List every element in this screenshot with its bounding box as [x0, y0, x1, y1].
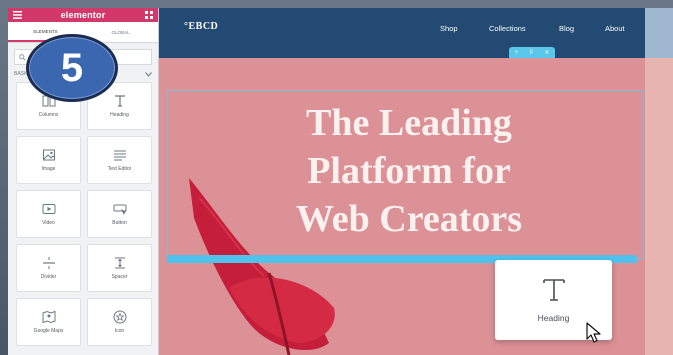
widget-label: Google Maps — [33, 328, 64, 334]
widget-text-editor[interactable]: Text Editor — [87, 136, 152, 184]
add-section-icon[interactable]: + — [515, 50, 519, 56]
widget-label: Icon — [114, 328, 125, 334]
widget-label: Video — [42, 220, 55, 226]
star-icon — [113, 310, 126, 324]
nav-link-blog[interactable]: Blog — [559, 24, 574, 33]
hamburger-icon[interactable] — [13, 11, 22, 19]
button-icon — [113, 204, 126, 215]
close-icon[interactable]: ✕ — [544, 49, 549, 56]
mouse-cursor-icon — [586, 322, 601, 343]
widget-video[interactable]: Video — [16, 190, 81, 238]
divider-icon — [42, 257, 55, 269]
hero-heading-line: Platform for — [307, 150, 511, 192]
section-edit-handle[interactable]: + ⠿ ✕ — [509, 47, 555, 58]
widget-spacer[interactable]: Spacer — [87, 244, 152, 292]
hero-heading-line: Web Creators — [295, 198, 523, 240]
widget-label: Spacer — [111, 274, 128, 280]
elementor-logo: elementor — [60, 10, 106, 20]
text-editor-icon — [113, 150, 126, 161]
spacer-icon — [114, 257, 125, 269]
widget-image[interactable]: Image — [16, 136, 81, 184]
widget-label: Text Editor — [107, 166, 132, 172]
nav-link-shop[interactable]: Shop — [440, 24, 458, 33]
nav-link-collections[interactable]: Collections — [489, 24, 526, 33]
site-navigation-bar: °EBCD Shop Collections Blog About + ⠿ ✕ — [159, 8, 645, 58]
widgets-grid-icon[interactable] — [145, 11, 153, 19]
heading-icon — [114, 95, 125, 107]
hero-heading[interactable]: The Leading Platform for Web Creators — [219, 99, 599, 243]
search-icon — [19, 53, 26, 61]
widget-divider[interactable]: Divider — [16, 244, 81, 292]
widget-label: Image — [41, 166, 56, 172]
widget-label: Columns — [38, 112, 59, 118]
heading-icon — [542, 279, 565, 301]
panel-header: elementor — [8, 8, 158, 22]
canvas-edge-strip — [645, 8, 673, 355]
widget-button[interactable]: Button — [87, 190, 152, 238]
widget-icon[interactable]: Icon — [87, 298, 152, 346]
widget-label: Button — [112, 220, 127, 226]
dragged-widget-label: Heading — [537, 313, 570, 323]
site-brand-logo[interactable]: °EBCD — [184, 21, 218, 32]
widget-grid: Columns Heading Image Text Editor Video … — [8, 80, 158, 346]
drag-handle-icon[interactable]: ⠿ — [529, 49, 533, 56]
step-number-badge: 5 — [26, 34, 118, 102]
chevron-down-icon — [145, 71, 152, 77]
editor-canvas[interactable]: °EBCD Shop Collections Blog About + ⠿ ✕ … — [159, 8, 673, 355]
widget-label: Divider — [40, 274, 57, 280]
widget-google-maps[interactable]: Google Maps — [16, 298, 81, 346]
nav-link-about[interactable]: About — [605, 24, 625, 33]
widget-label: Heading — [110, 112, 129, 118]
image-icon — [42, 149, 55, 161]
video-icon — [42, 204, 55, 214]
map-icon — [42, 310, 55, 324]
hero-heading-line: The Leading — [306, 102, 512, 144]
